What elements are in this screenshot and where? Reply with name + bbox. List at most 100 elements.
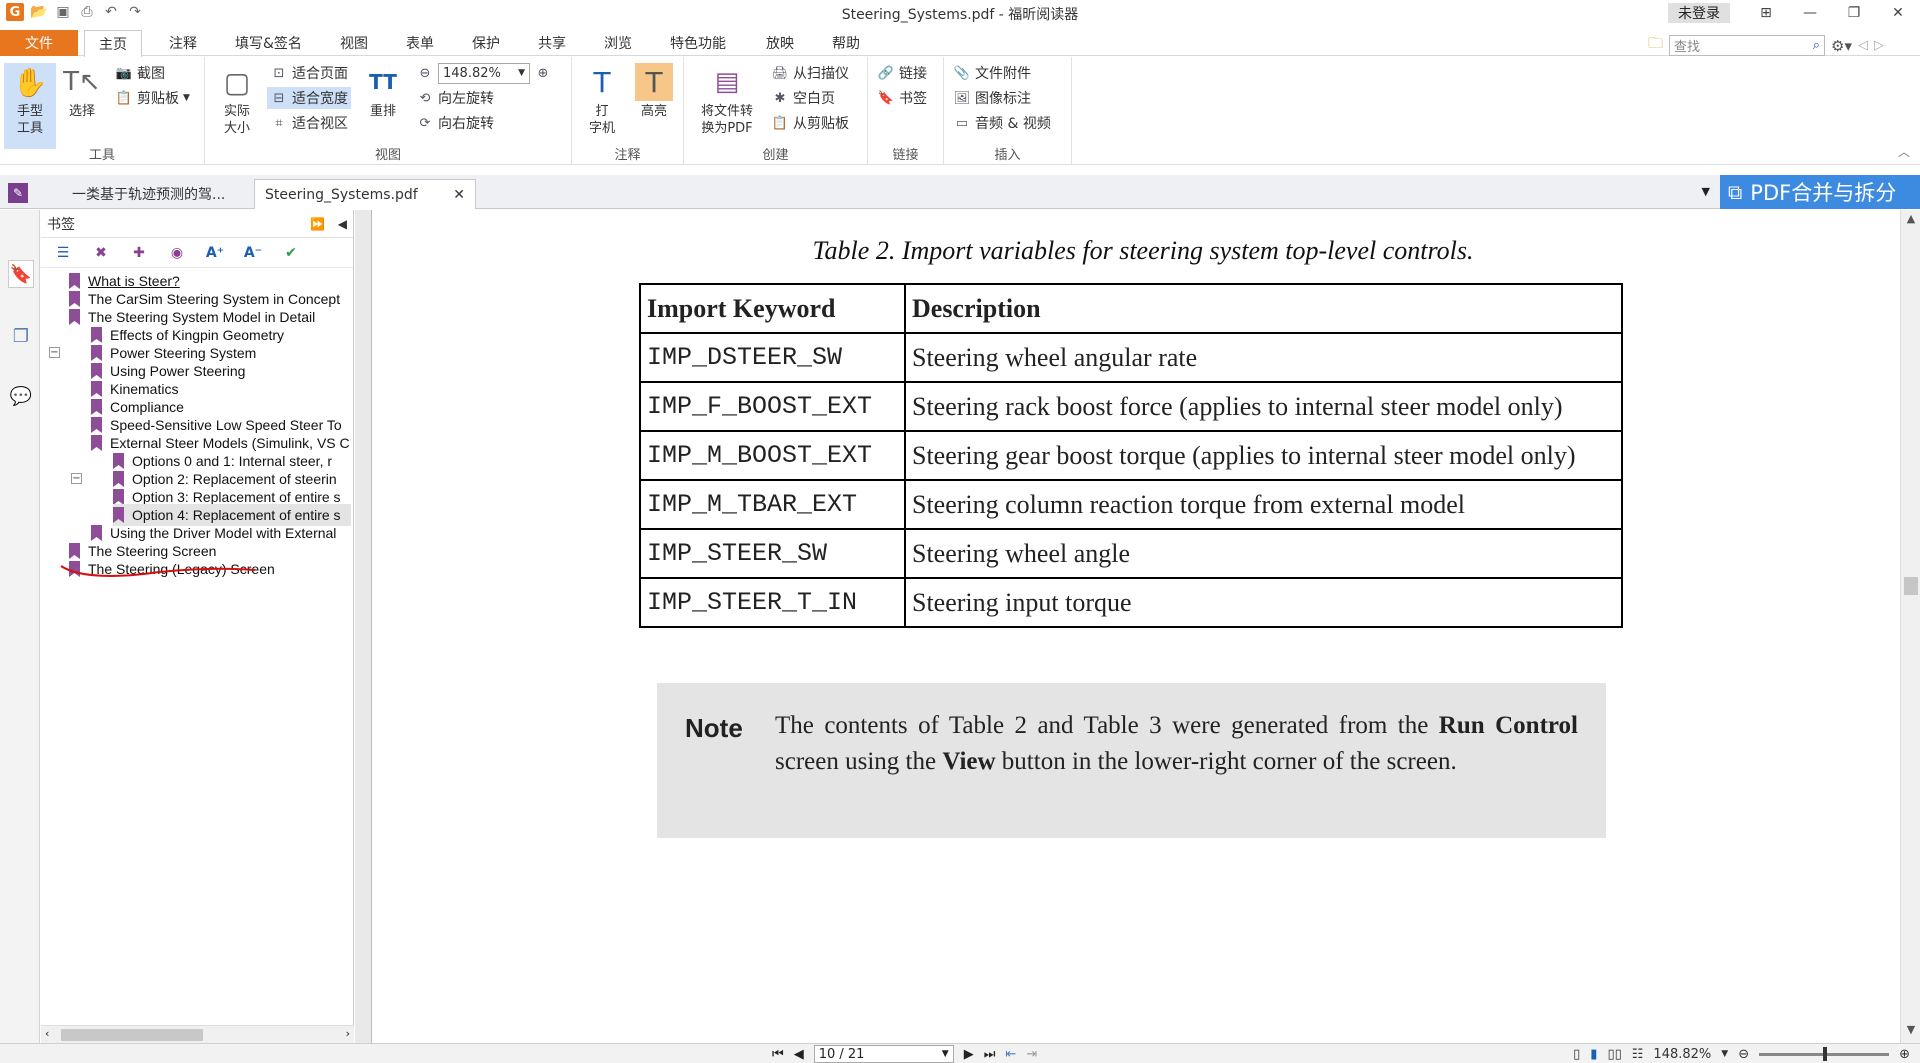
menu-protect[interactable]: 保护 <box>472 30 500 56</box>
highlight-button[interactable]: T 高亮 <box>634 63 674 120</box>
title-bar: G 📂 ▣ ⎙ ↶ ↷ Steering_Systems.pdf - 福昕阅读器… <box>0 0 1920 26</box>
clipboard-button[interactable]: 📋 剪贴板 ▼ <box>112 87 193 109</box>
first-page-icon[interactable]: ⏮ <box>772 1047 784 1062</box>
zoom-out-icon[interactable]: ⊖ <box>416 64 434 82</box>
continuous-page-icon[interactable]: ▮ <box>1590 1047 1597 1062</box>
restore-button[interactable]: ❐ <box>1832 0 1876 26</box>
continuous-facing-icon[interactable]: ☷ <box>1632 1047 1644 1062</box>
menu-file[interactable]: 文件 <box>0 30 78 56</box>
menu-comment[interactable]: 注释 <box>169 30 197 56</box>
find-folder-icon[interactable]: 🗀 <box>1648 33 1663 58</box>
fit-width-button[interactable]: ⊟ 适合宽度 <box>267 87 351 109</box>
bookmark-properties-icon[interactable]: ◉ <box>165 242 189 264</box>
app-tab-logo-icon[interactable]: ✎ <box>8 183 28 203</box>
fit-visible-button[interactable]: ⌗ 适合视区 <box>267 112 351 134</box>
description-cell: Steering rack boost force (applies to in… <box>904 381 1623 432</box>
image-annotation-button[interactable]: 🖼 图像标注 <box>950 87 1034 109</box>
minimize-button[interactable]: — <box>1788 0 1832 26</box>
layout-icon[interactable]: ⊞ <box>1744 0 1788 26</box>
actual-size-button[interactable]: ▢ 实际 大小 <box>215 63 259 137</box>
link-button[interactable]: 🔗 链接 <box>874 62 930 84</box>
increase-font-icon[interactable]: A⁺ <box>203 242 227 264</box>
menu-help[interactable]: 帮助 <box>832 30 860 56</box>
media-icon: ▭ <box>955 115 969 131</box>
bookmark-tree: − − What is Steer? The CarSim Steering S… <box>41 270 354 1026</box>
pdf-merge-split-button[interactable]: ⧉ PDF合并与拆分 <box>1720 175 1920 209</box>
decrease-font-icon[interactable]: A⁻ <box>241 242 265 264</box>
from-clipboard-button[interactable]: 📋 从剪贴板 <box>768 112 852 134</box>
document-vertical-scrollbar[interactable]: ▲ ▼ <box>1900 210 1920 1043</box>
comments-panel-icon[interactable]: 💬 <box>8 382 34 410</box>
login-button[interactable]: 未登录 <box>1668 3 1730 23</box>
audio-video-button[interactable]: ▭ 音频 & 视频 <box>950 112 1054 134</box>
menu-form[interactable]: 表单 <box>406 30 434 56</box>
scrollbar-thumb[interactable] <box>1904 577 1918 595</box>
delete-bookmark-icon[interactable]: ✖ <box>89 242 113 264</box>
rotate-left-button[interactable]: ⟲ 向左旋转 <box>413 87 497 109</box>
scrollbar-thumb[interactable] <box>61 1029 203 1041</box>
typewriter-button[interactable]: T 打 字机 <box>584 63 620 137</box>
menu-home[interactable]: 主页 <box>84 30 142 57</box>
bookmark-button[interactable]: 🔖 书签 <box>874 87 930 109</box>
expand-panel-icon[interactable]: ⏩ <box>310 217 325 231</box>
back-arrow-icon[interactable]: ◁ <box>1858 38 1868 53</box>
bookmark-flag-icon <box>113 471 124 487</box>
blank-page-button[interactable]: ✱ 空白页 <box>768 87 838 109</box>
previous-page-icon[interactable]: ◀ <box>794 1047 804 1062</box>
collapse-ribbon-icon[interactable]: ︿ <box>1898 143 1910 160</box>
select-button[interactable]: T↖ 选择 <box>62 63 102 120</box>
convert-to-pdf-button[interactable]: ▤ 将文件转 换为PDF <box>698 63 756 137</box>
pages-panel-icon[interactable]: ❐ <box>8 322 34 350</box>
menu-share[interactable]: 共享 <box>538 30 566 56</box>
zoom-in-icon[interactable]: ⊕ <box>1899 1047 1910 1062</box>
scroll-up-icon[interactable]: ▲ <box>1901 212 1920 230</box>
close-tab-icon[interactable]: ✕ <box>453 187 465 203</box>
add-bookmark-icon[interactable]: ✚ <box>127 242 151 264</box>
bookmarks-panel-icon[interactable]: 🔖 <box>8 260 34 288</box>
settings-icon[interactable]: ⚙▾ <box>1831 37 1852 55</box>
next-page-icon[interactable]: ▶ <box>964 1047 974 1062</box>
collapse-expander-icon[interactable]: − <box>71 473 82 484</box>
collapse-expander-icon[interactable]: − <box>49 347 60 358</box>
tab-document-2[interactable]: Steering_Systems.pdf ✕ <box>254 179 476 209</box>
next-view-icon[interactable]: ⇥ <box>1026 1047 1037 1062</box>
search-icon[interactable]: ⌕ <box>1813 38 1820 53</box>
bookmark-horizontal-scrollbar[interactable]: ‹ › <box>41 1025 354 1043</box>
facing-page-icon[interactable]: ▯▯ <box>1607 1047 1621 1062</box>
menu-features[interactable]: 特色功能 <box>670 30 726 56</box>
bookmark-options-icon[interactable]: ☰ <box>51 242 75 264</box>
page-number-input[interactable]: 10 / 21 ▼ <box>813 1045 954 1063</box>
search-input[interactable]: 查找 ⌕ <box>1669 35 1826 56</box>
menu-browse[interactable]: 浏览 <box>604 30 632 56</box>
panel-splitter[interactable] <box>355 210 372 1043</box>
column-header: Import Keyword <box>639 283 906 334</box>
menu-fill-sign[interactable]: 填写&签名 <box>235 30 302 56</box>
zoom-in-icon[interactable]: ⊕ <box>534 64 552 82</box>
scroll-left-icon[interactable]: ‹ <box>45 1027 49 1040</box>
close-window-button[interactable]: ✕ <box>1876 0 1920 26</box>
zoom-input[interactable]: 148.82% ▼ <box>438 62 530 84</box>
tab-document-1[interactable]: 一类基于轨迹预测的驾... <box>62 179 235 209</box>
previous-view-icon[interactable]: ⇤ <box>1005 1047 1016 1062</box>
reflow-button[interactable]: TT 重排 <box>365 63 401 120</box>
collapse-panel-icon[interactable]: ◀ <box>338 217 347 231</box>
tab-list-dropdown-icon[interactable]: ▼ <box>1702 185 1710 198</box>
zoom-slider[interactable] <box>1759 1046 1890 1061</box>
menu-view[interactable]: 视图 <box>340 30 368 56</box>
screenshot-button[interactable]: 📷 截图 <box>112 62 168 84</box>
zoom-dropdown-icon[interactable]: ▼ <box>1721 1049 1728 1059</box>
rotate-right-button[interactable]: ⟳ 向右旋转 <box>413 112 497 134</box>
from-scanner-button[interactable]: 🖨 从扫描仪 <box>768 62 852 84</box>
fit-page-button[interactable]: ⊡ 适合页面 <box>267 62 351 84</box>
link-icon: 🔗 <box>877 65 895 81</box>
menu-slideshow[interactable]: 放映 <box>766 30 794 56</box>
bookmark-check-icon[interactable]: ✔ <box>279 242 303 264</box>
forward-arrow-icon[interactable]: ▷ <box>1874 38 1884 53</box>
last-page-icon[interactable]: ⏭ <box>984 1047 996 1062</box>
single-page-icon[interactable]: ▯ <box>1573 1047 1580 1062</box>
hand-tool-button[interactable]: ✋ 手型 工具 <box>4 63 56 149</box>
zoom-out-icon[interactable]: ⊖ <box>1738 1047 1749 1062</box>
scroll-down-icon[interactable]: ▼ <box>1901 1023 1920 1041</box>
file-attachment-button[interactable]: 📎 文件附件 <box>950 62 1034 84</box>
scroll-right-icon[interactable]: › <box>346 1027 350 1040</box>
